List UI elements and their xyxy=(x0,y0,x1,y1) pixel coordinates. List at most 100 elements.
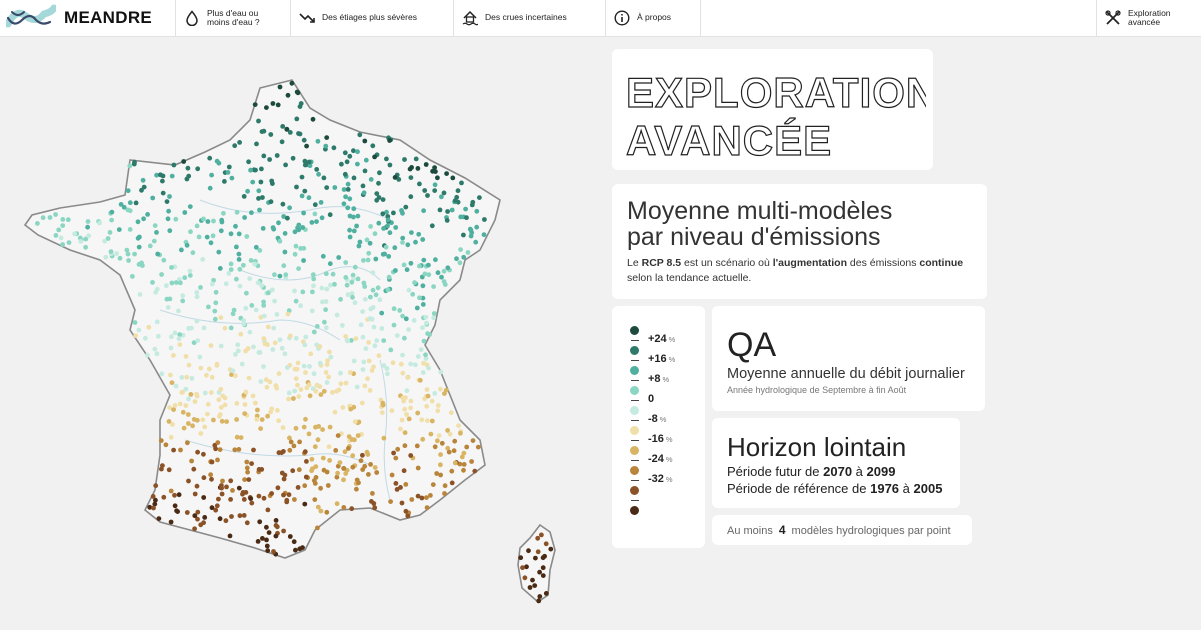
station-dot xyxy=(360,452,365,458)
station-dot xyxy=(83,244,88,250)
station-dot xyxy=(183,354,189,359)
station-dot xyxy=(171,407,177,412)
horizon-future-prefix: Période futur de xyxy=(727,464,824,479)
station-dot xyxy=(172,503,178,509)
station-dot xyxy=(473,239,479,245)
station-dot xyxy=(381,363,387,368)
station-dot xyxy=(311,283,316,289)
nav-apropos[interactable]: À propos xyxy=(605,0,701,36)
scenario-rcp: RCP 8.5 xyxy=(641,257,682,269)
nav-exploration-label: Exploration avancée xyxy=(1128,8,1171,28)
nav-exploration[interactable]: Exploration avancée xyxy=(1096,0,1201,36)
station-dot xyxy=(342,150,348,156)
legend-unit: % xyxy=(665,435,673,444)
station-dot xyxy=(251,344,256,350)
station-dot xyxy=(347,153,353,159)
station-dot xyxy=(242,215,248,220)
horizon-future-period: Période futur de 2070 à 2099 xyxy=(727,464,895,479)
station-dot xyxy=(343,260,349,265)
legend-unit: % xyxy=(662,375,670,384)
station-dot xyxy=(404,267,410,273)
station-dot xyxy=(402,406,408,412)
station-dot xyxy=(430,482,436,487)
nav-etiages[interactable]: Des étiages plus sévères xyxy=(290,0,454,36)
station-dot xyxy=(311,371,317,377)
station-dot xyxy=(456,423,461,428)
horizon-card[interactable]: Horizon lointain Période futur de 2070 à… xyxy=(712,418,960,508)
station-dot xyxy=(349,506,355,512)
variable-name: Moyenne annuelle du débit journalier xyxy=(727,366,965,382)
station-dot xyxy=(214,363,220,368)
scenario-continue: continue xyxy=(919,257,964,269)
station-dot xyxy=(342,171,348,177)
station-dot xyxy=(364,237,370,243)
station-dot xyxy=(351,228,357,234)
station-dot xyxy=(475,444,481,450)
station-dot xyxy=(347,213,353,219)
nav-plus-eau[interactable]: Plus d'eau ou moins d'eau ? xyxy=(175,0,291,36)
horizon-title: Horizon lointain xyxy=(727,432,907,462)
station-dot xyxy=(386,274,392,280)
legend-color-dot xyxy=(630,365,639,375)
station-dot xyxy=(540,555,546,561)
station-dot xyxy=(160,178,165,184)
station-dot xyxy=(321,467,327,473)
station-dot xyxy=(401,468,407,474)
station-dot xyxy=(349,279,355,285)
station-dot xyxy=(307,393,313,399)
station-dot xyxy=(302,501,308,507)
station-dot xyxy=(132,320,138,325)
station-dot xyxy=(350,464,356,470)
station-dot xyxy=(420,283,426,289)
station-dot xyxy=(429,418,435,424)
station-dot xyxy=(281,528,286,534)
station-dot xyxy=(264,105,269,110)
station-dot xyxy=(315,138,321,144)
station-dot xyxy=(244,234,250,239)
station-dot xyxy=(377,170,382,176)
station-dot xyxy=(361,190,367,196)
brand[interactable]: MEANDRE xyxy=(6,2,152,34)
station-dot xyxy=(400,352,405,358)
station-dot xyxy=(242,402,248,407)
station-dot xyxy=(412,280,417,285)
station-dot xyxy=(296,394,302,399)
legend-color-dot xyxy=(630,465,639,475)
station-dot xyxy=(133,200,139,206)
station-dot xyxy=(408,361,414,367)
station-dot xyxy=(154,286,160,292)
legend-color-dot xyxy=(630,505,639,515)
station-dot xyxy=(429,223,435,229)
station-dot xyxy=(416,231,422,237)
scenario-card: Moyenne multi-modèles par niveau d'émiss… xyxy=(612,184,987,299)
station-dot xyxy=(481,232,487,238)
station-dot xyxy=(248,496,254,501)
station-dot xyxy=(417,295,422,301)
station-dot xyxy=(358,458,364,464)
station-dot xyxy=(533,555,538,561)
station-dot xyxy=(230,488,235,493)
station-dot xyxy=(172,330,178,336)
station-dot xyxy=(376,353,382,359)
station-dot xyxy=(377,297,383,303)
station-dot xyxy=(209,459,215,465)
station-dot xyxy=(219,217,225,223)
station-dot xyxy=(392,245,398,251)
station-dot xyxy=(415,166,421,171)
station-dot xyxy=(224,484,229,490)
variable-card[interactable]: QA Moyenne annuelle du débit journalier … xyxy=(712,306,985,411)
station-dot xyxy=(333,448,339,453)
legend-unit: % xyxy=(665,475,673,484)
station-dot xyxy=(343,194,348,200)
station-dot xyxy=(143,335,148,341)
station-dot xyxy=(431,284,436,289)
models-card[interactable]: Au moins 4 modèles hydrologiques par point xyxy=(712,515,972,545)
station-dot xyxy=(86,233,91,239)
nav-crues[interactable]: Des crues incertaines xyxy=(453,0,606,36)
station-dot xyxy=(324,286,330,292)
nav-plus-eau-label-l2: moins d'eau ? xyxy=(207,17,260,27)
models-count: 4 xyxy=(778,523,786,537)
station-dot xyxy=(539,532,544,538)
station-dot xyxy=(317,344,323,349)
station-dot xyxy=(208,390,214,395)
